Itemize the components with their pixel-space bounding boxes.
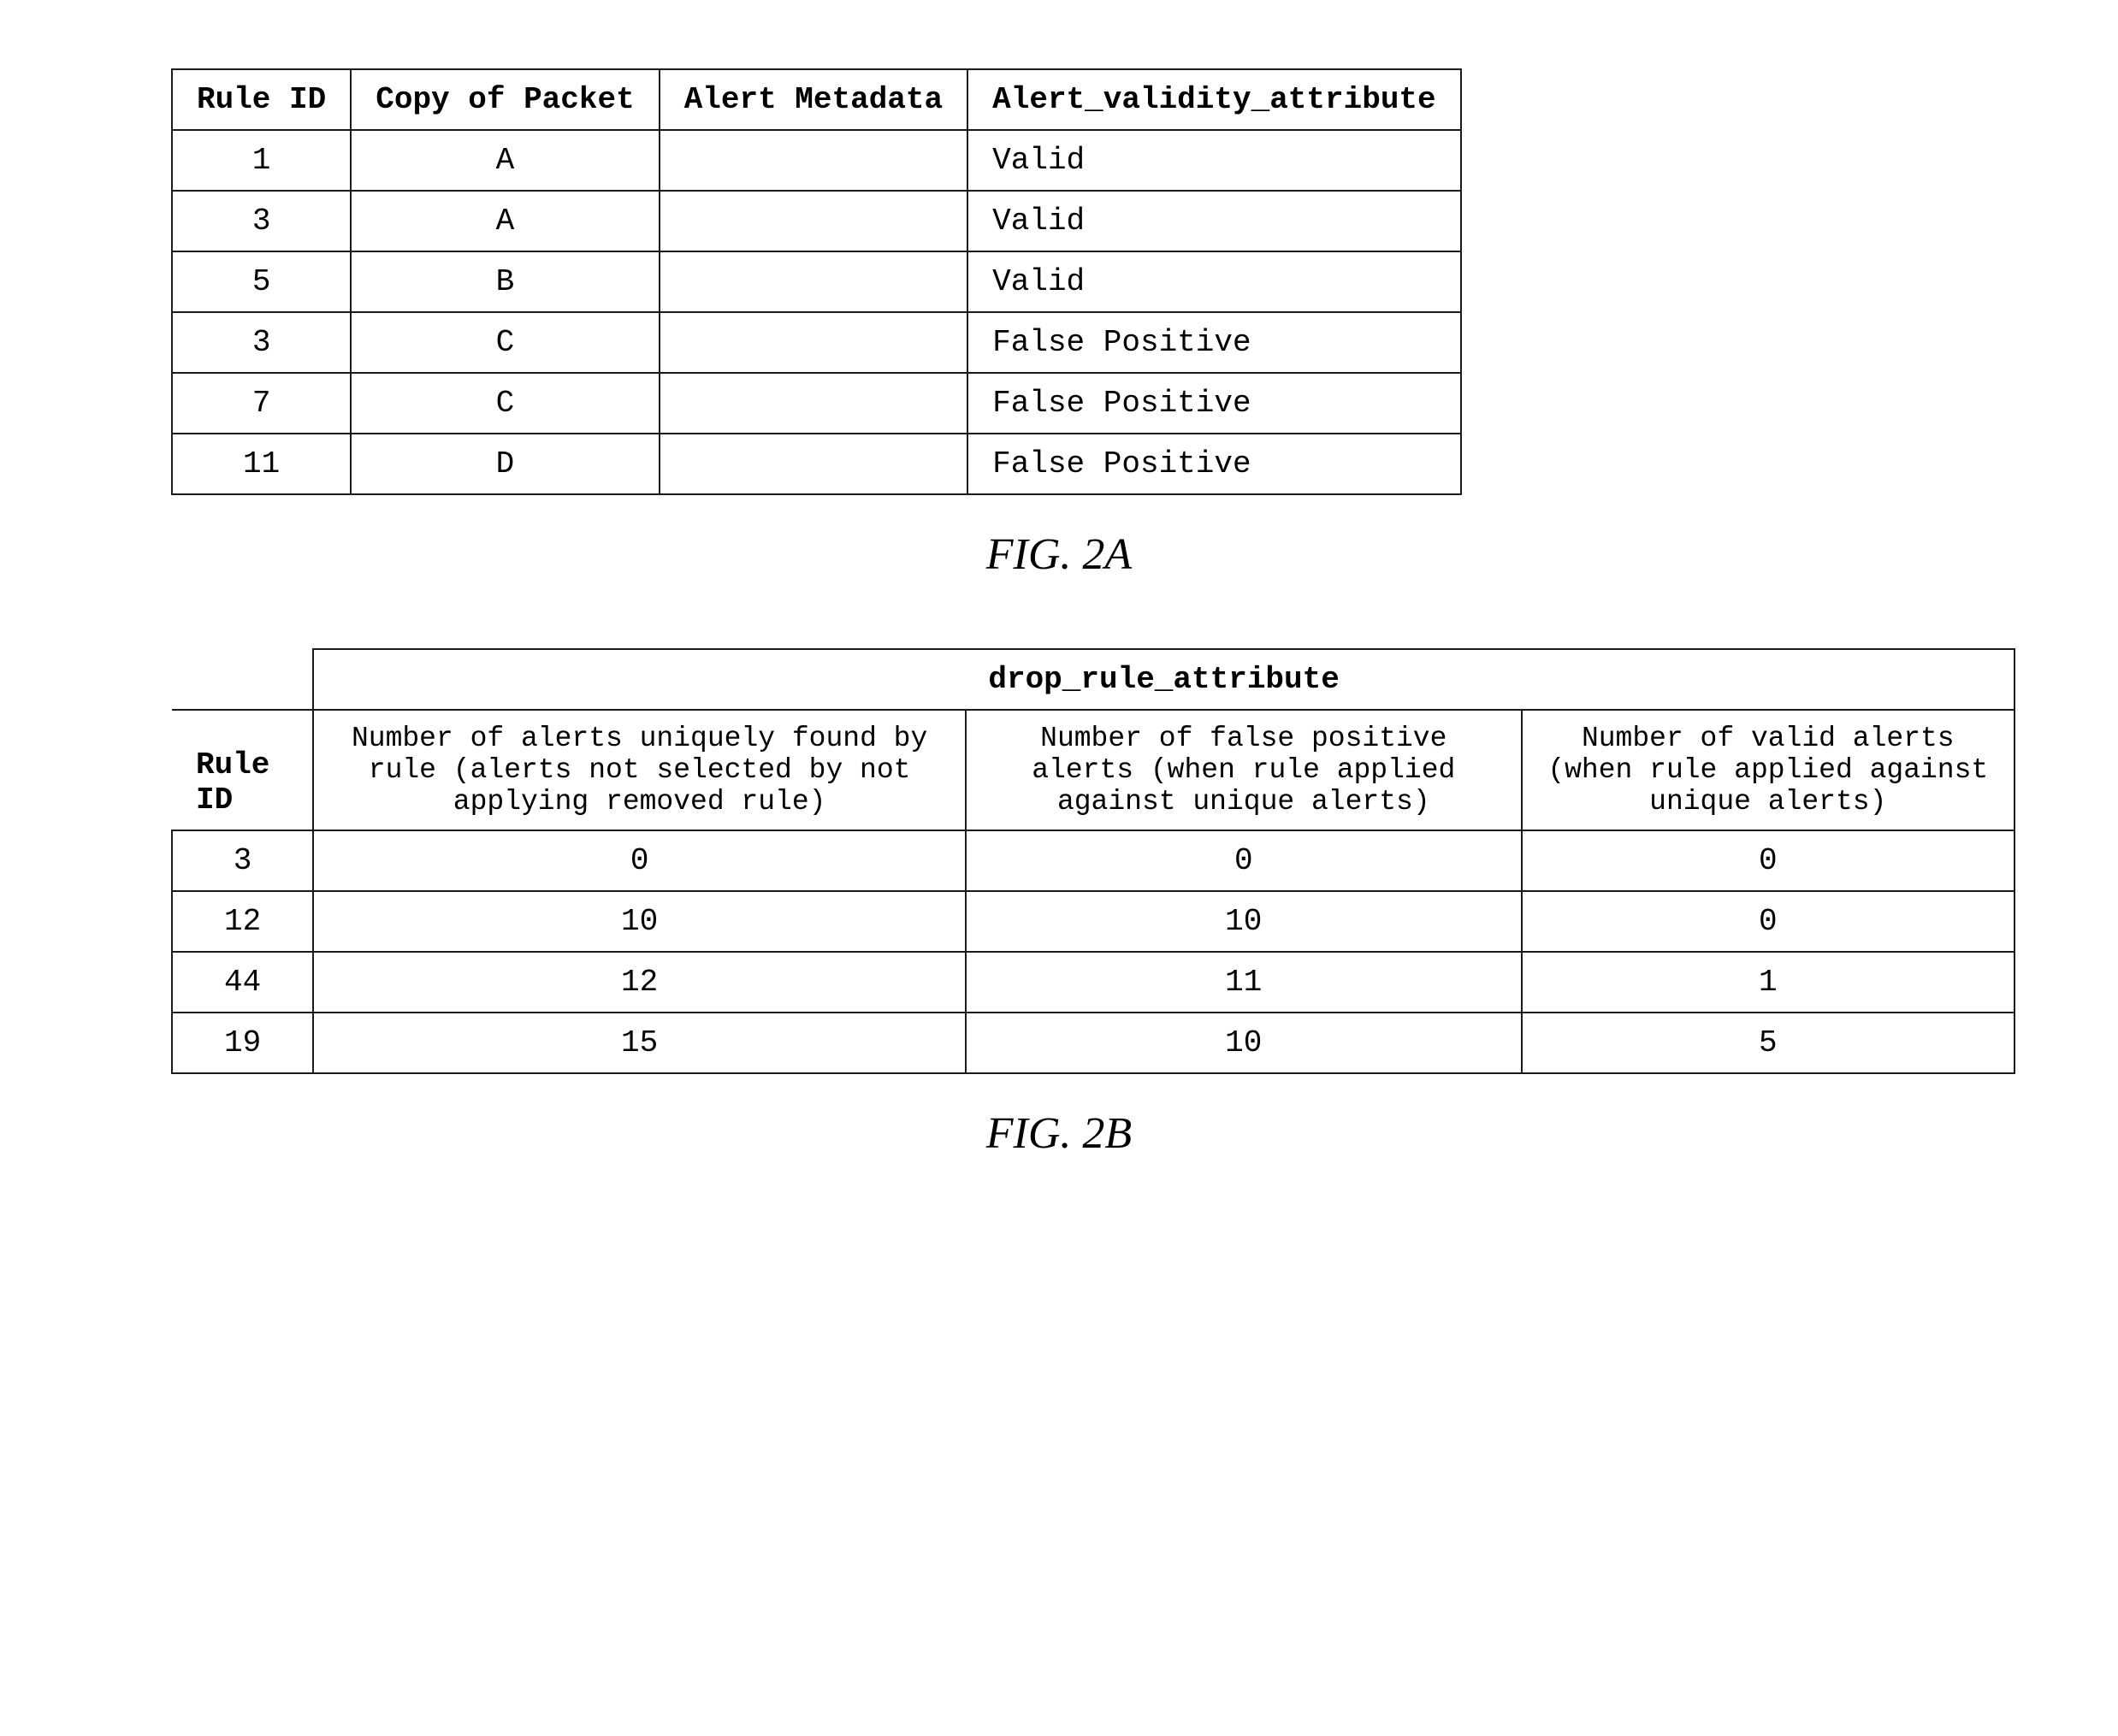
empty-corner-cell [172,649,313,710]
table-2a-header-row: Rule ID Copy of Packet Alert Metadata Al… [172,69,1461,130]
cell-alert-metadata [660,191,967,251]
cell-alert-metadata [660,130,967,191]
cell-alert-metadata [660,251,967,312]
cell-alert-validity: False Positive [967,373,1460,434]
col-header-unique-alerts: Number of alerts uniquely found by rule … [313,710,966,830]
fig-2b-label: FIG. 2B [986,1108,1132,1159]
table-row: 3 0 0 0 [172,830,2014,891]
drop-rule-attribute-header: drop_rule_attribute [313,649,2014,710]
cell-unique-alerts: 15 [313,1013,966,1073]
table-row: 44 12 11 1 [172,952,2014,1013]
table-2b: drop_rule_attribute Rule ID Number of al… [171,648,2015,1074]
table-2a: Rule ID Copy of Packet Alert Metadata Al… [171,68,1462,495]
cell-valid-alerts: 0 [1522,891,2014,952]
section-fig2a: Rule ID Copy of Packet Alert Metadata Al… [103,68,2015,580]
cell-copy-of-packet: D [351,434,659,494]
cell-rule-id: 3 [172,830,313,891]
fig-2a-label: FIG. 2A [986,529,1132,580]
col-header-alert-validity: Alert_validity_attribute [967,69,1460,130]
table-2b-subheader-row: Rule ID Number of alerts uniquely found … [172,710,2014,830]
cell-copy-of-packet: A [351,130,659,191]
cell-copy-of-packet: C [351,312,659,373]
cell-rule-id: 44 [172,952,313,1013]
cell-rule-id: 12 [172,891,313,952]
col-header-copy-of-packet: Copy of Packet [351,69,659,130]
section-fig2b: drop_rule_attribute Rule ID Number of al… [103,648,2015,1159]
cell-alert-validity: Valid [967,130,1460,191]
cell-rule-id: 5 [172,251,351,312]
cell-alert-validity: False Positive [967,312,1460,373]
page-content: Rule ID Copy of Packet Alert Metadata Al… [0,0,2118,1736]
cell-valid-alerts: 5 [1522,1013,2014,1073]
table-row: 12 10 10 0 [172,891,2014,952]
table-row: 5 B Valid [172,251,1461,312]
col-header-false-positive: Number of false positive alerts (when ru… [966,710,1522,830]
cell-valid-alerts: 0 [1522,830,2014,891]
cell-copy-of-packet: B [351,251,659,312]
table-container-2b: drop_rule_attribute Rule ID Number of al… [171,648,2015,1074]
table-row: 3 A Valid [172,191,1461,251]
cell-alert-validity: False Positive [967,434,1460,494]
col-header-rule-id-label: Rule ID [172,710,313,830]
cell-copy-of-packet: A [351,191,659,251]
cell-unique-alerts: 0 [313,830,966,891]
cell-false-positive: 11 [966,952,1522,1013]
cell-rule-id: 11 [172,434,351,494]
cell-false-positive: 10 [966,1013,1522,1073]
table-container-2a: Rule ID Copy of Packet Alert Metadata Al… [171,68,1462,495]
table-row: 3 C False Positive [172,312,1461,373]
table-row: 11 D False Positive [172,434,1461,494]
table-row: 7 C False Positive [172,373,1461,434]
table-row: 1 A Valid [172,130,1461,191]
col-header-alert-metadata: Alert Metadata [660,69,967,130]
cell-valid-alerts: 1 [1522,952,2014,1013]
table-2b-drop-rule-row: drop_rule_attribute [172,649,2014,710]
cell-false-positive: 0 [966,830,1522,891]
col-header-valid-alerts: Number of valid alerts (when rule applie… [1522,710,2014,830]
cell-rule-id: 7 [172,373,351,434]
cell-false-positive: 10 [966,891,1522,952]
cell-unique-alerts: 12 [313,952,966,1013]
cell-alert-metadata [660,312,967,373]
cell-rule-id: 3 [172,312,351,373]
cell-unique-alerts: 10 [313,891,966,952]
cell-copy-of-packet: C [351,373,659,434]
cell-rule-id: 1 [172,130,351,191]
cell-alert-metadata [660,373,967,434]
cell-alert-validity: Valid [967,251,1460,312]
cell-alert-metadata [660,434,967,494]
cell-alert-validity: Valid [967,191,1460,251]
cell-rule-id: 3 [172,191,351,251]
col-header-rule-id: Rule ID [172,69,351,130]
table-row: 19 15 10 5 [172,1013,2014,1073]
cell-rule-id: 19 [172,1013,313,1073]
